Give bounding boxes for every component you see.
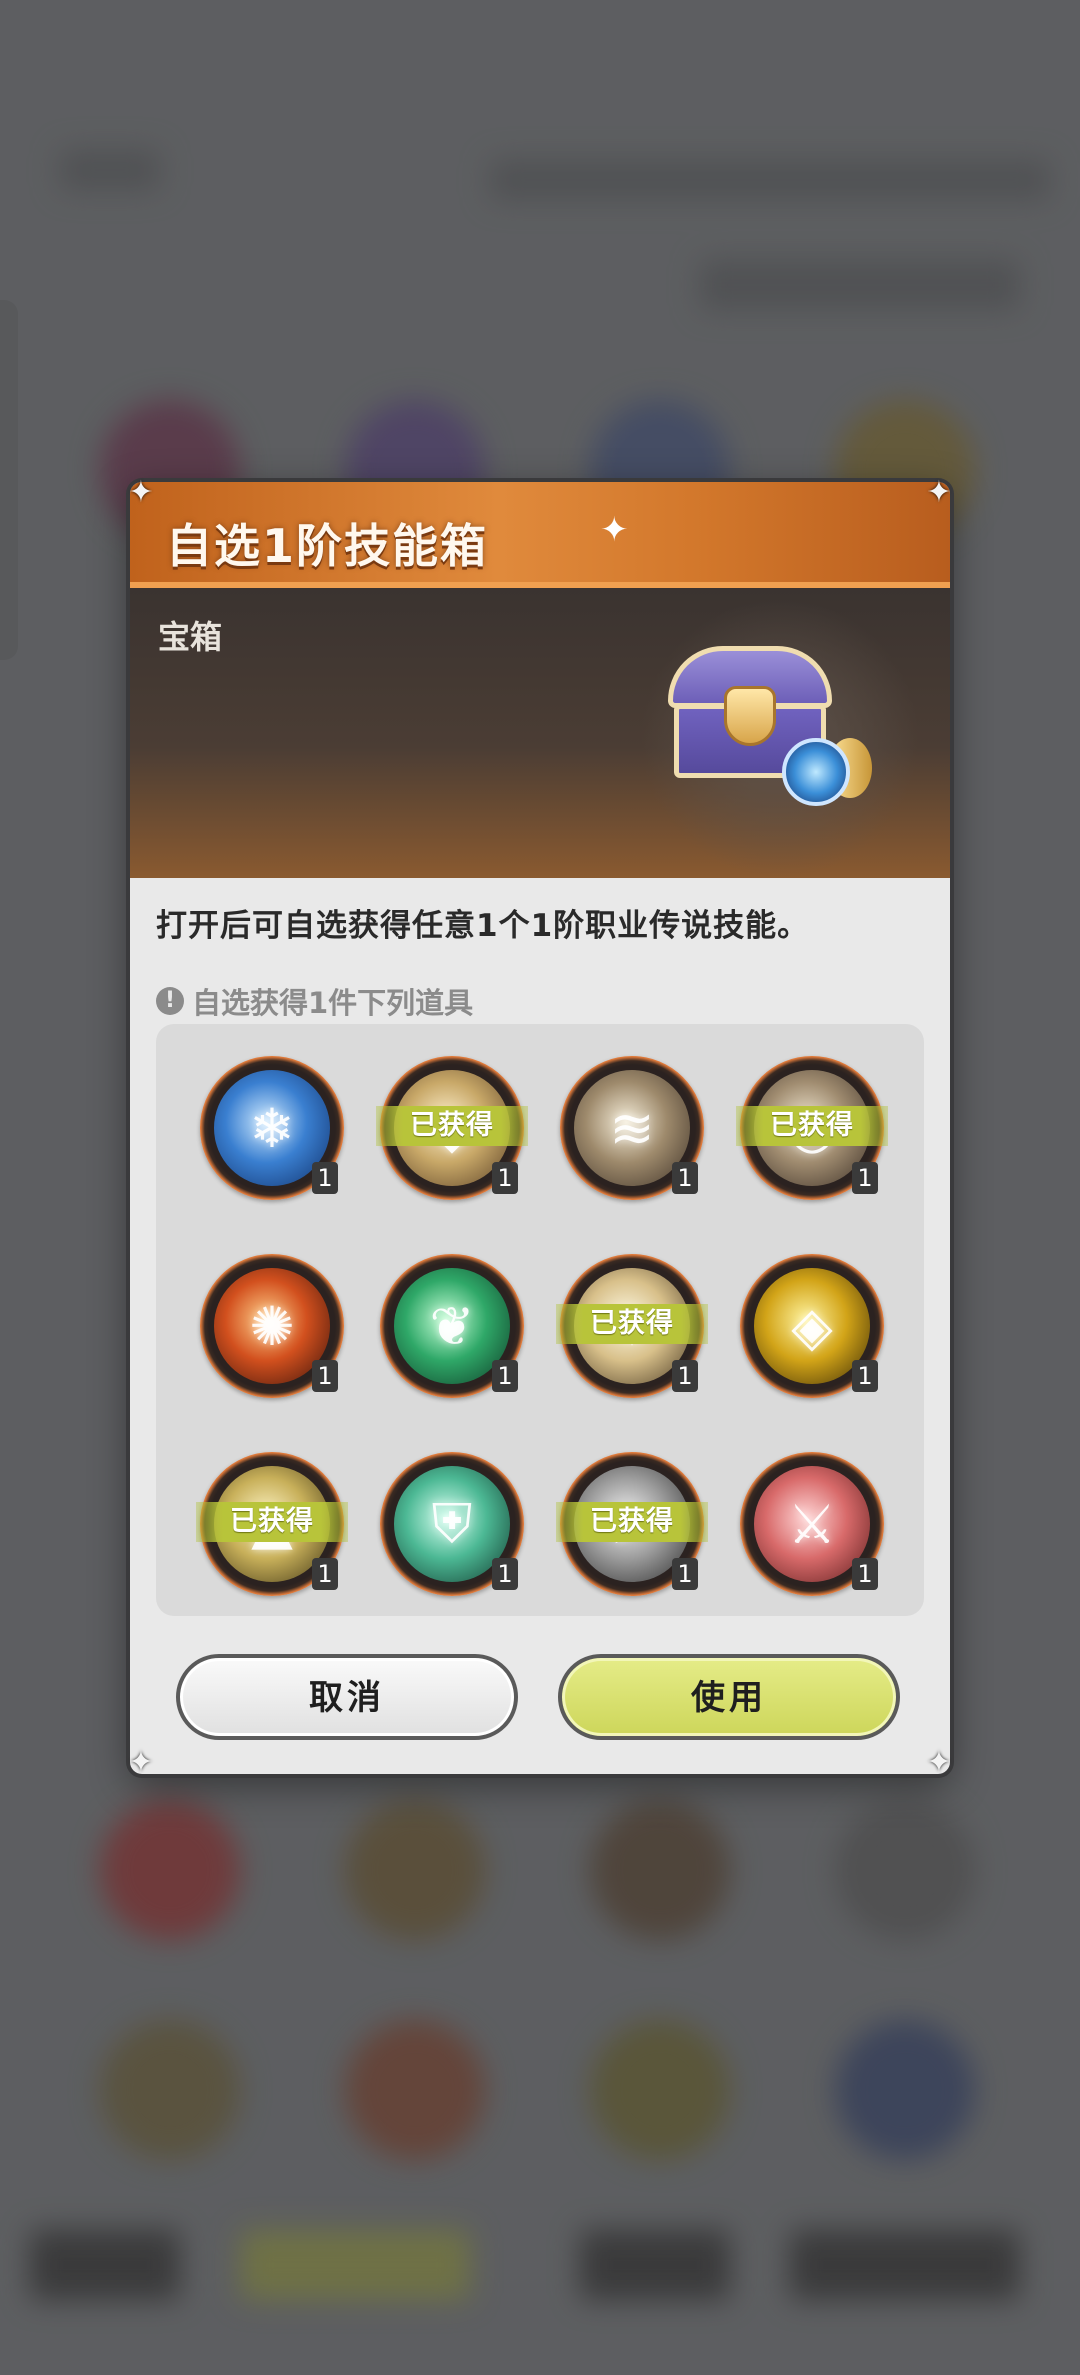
frame-corner-icon: ✦ — [926, 475, 952, 510]
skill-item[interactable]: ✹已获得1 — [556, 1254, 708, 1398]
item-count: 1 — [852, 1360, 878, 1392]
skill-item[interactable]: ⛨ 1 — [380, 1452, 524, 1596]
frame-corner-icon: ✦ — [128, 1745, 154, 1780]
item-count: 1 — [492, 1162, 518, 1194]
skill-item[interactable]: ⚔ 1 — [740, 1452, 884, 1596]
owned-badge: 已获得 — [736, 1106, 888, 1146]
skill-item[interactable]: ◈ 1 — [740, 1254, 884, 1398]
skill-item[interactable]: ✺ 1 — [200, 1254, 344, 1398]
dialog-title: 自选1阶技能箱 — [166, 519, 489, 573]
skill-item[interactable]: ➤已获得1 — [556, 1452, 708, 1596]
owned-badge: 已获得 — [556, 1502, 708, 1542]
item-count: 1 — [672, 1558, 698, 1590]
frame-corner-icon: ✦ — [926, 1745, 952, 1780]
item-count: 1 — [672, 1360, 698, 1392]
cancel-button[interactable]: 取消 — [176, 1654, 518, 1740]
skill-item[interactable]: ◆已获得1 — [376, 1056, 528, 1200]
skill-item[interactable]: ≋ 1 — [560, 1056, 704, 1200]
reward-grid: ❄1◆已获得1≋1◎已获得1✺1❦1✹已获得1◈1▲已获得1⛨1➤已获得1⚔1 — [156, 1024, 924, 1616]
item-count: 1 — [852, 1558, 878, 1590]
owned-badge: 已获得 — [196, 1502, 348, 1542]
owned-badge: 已获得 — [376, 1106, 528, 1146]
skill-item[interactable]: ▲已获得1 — [196, 1452, 348, 1596]
item-description: 打开后可自选获得任意1个1阶职业传说技能。 — [156, 908, 810, 944]
selection-hint: ! 自选获得1件下列道具 — [156, 980, 473, 1022]
skill-item[interactable]: ❄ 1 — [200, 1056, 344, 1200]
skill-item[interactable]: ◎已获得1 — [736, 1056, 888, 1200]
selection-hint-text: 自选获得1件下列道具 — [192, 986, 474, 1020]
item-banner: 宝箱 — [130, 588, 950, 878]
item-count: 1 — [672, 1162, 698, 1194]
item-count: 1 — [312, 1360, 338, 1392]
item-count: 1 — [312, 1558, 338, 1590]
sparkle-icon: ✦ — [600, 510, 629, 550]
skill-item[interactable]: ❦ 1 — [380, 1254, 524, 1398]
side-tab[interactable] — [0, 300, 18, 660]
item-count: 1 — [492, 1360, 518, 1392]
frame-corner-icon: ✦ — [128, 475, 154, 510]
item-category: 宝箱 — [158, 618, 223, 656]
item-count: 1 — [492, 1558, 518, 1590]
exclamation-icon: ! — [156, 987, 184, 1015]
item-count: 1 — [312, 1162, 338, 1194]
ice-orb-icon — [782, 738, 850, 806]
skill-chest-dialog: 自选1阶技能箱 ✦ 宝箱 打开后可自选获得任意1个1阶职业传说技能。 ! 自选获… — [130, 482, 950, 1774]
title-bar: 自选1阶技能箱 ✦ — [130, 482, 950, 588]
item-count: 1 — [852, 1162, 878, 1194]
owned-badge: 已获得 — [556, 1304, 708, 1344]
use-button[interactable]: 使用 — [558, 1654, 900, 1740]
